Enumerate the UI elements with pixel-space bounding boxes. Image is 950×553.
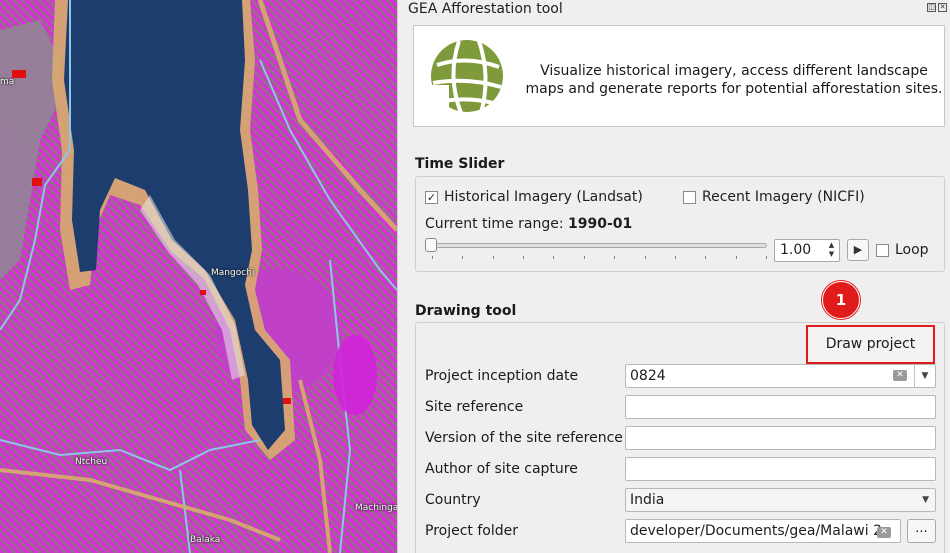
spin-arrows-icon[interactable]: ▲ ▼ bbox=[826, 241, 837, 259]
checkmark-icon[interactable]: ✓ bbox=[425, 190, 438, 204]
float-icon[interactable]: ◫ bbox=[927, 3, 936, 12]
time-range-value: 1990-01 bbox=[568, 216, 633, 232]
globe-logo-icon bbox=[429, 40, 503, 115]
inception-date-field[interactable]: 0824 ✕ ▼ bbox=[625, 364, 936, 388]
project-folder-field[interactable]: developer/Documents/gea/Malawi 2 bbox=[625, 519, 901, 543]
speed-spinbox[interactable]: 1.00 ▲ ▼ bbox=[774, 239, 840, 262]
country-value: India bbox=[630, 492, 665, 508]
plugin-description: Visualize historical imagery, access dif… bbox=[525, 63, 943, 97]
dock-title: GEA Afforestation tool bbox=[408, 1, 563, 17]
checkbox-empty-icon[interactable] bbox=[683, 190, 696, 204]
map-label-partial: ma bbox=[0, 77, 15, 87]
inception-date-label: Project inception date bbox=[425, 368, 579, 384]
country-select[interactable]: India ▼ bbox=[625, 488, 936, 512]
checkbox-empty-icon[interactable] bbox=[876, 243, 889, 257]
time-slider-handle[interactable] bbox=[425, 238, 437, 252]
play-icon: ▶ bbox=[853, 243, 863, 256]
close-icon[interactable]: ✕ bbox=[938, 3, 947, 12]
historical-imagery-checkbox[interactable]: ✓ Historical Imagery (Landsat) bbox=[425, 189, 643, 205]
time-range-readout: Current time range: 1990-01 bbox=[425, 216, 632, 232]
loop-label: Loop bbox=[895, 242, 929, 258]
plugin-header: Visualize historical imagery, access dif… bbox=[413, 25, 945, 127]
map-label-ntcheu: Ntcheu bbox=[75, 457, 108, 467]
recent-imagery-label: Recent Imagery (NICFI) bbox=[702, 189, 865, 205]
time-range-label: Current time range: bbox=[425, 216, 568, 232]
step-badge: 1 bbox=[822, 281, 860, 319]
chevron-down-icon[interactable]: ▼ bbox=[922, 489, 929, 511]
play-button[interactable]: ▶ bbox=[847, 239, 869, 261]
clear-icon[interactable]: ✕ bbox=[877, 527, 891, 538]
map-label-machinga: Machinga bbox=[355, 503, 397, 513]
time-slider-ticks bbox=[432, 256, 767, 259]
project-folder-label: Project folder bbox=[425, 523, 518, 539]
inception-date-value: 0824 bbox=[630, 368, 666, 384]
site-reference-version-field[interactable] bbox=[625, 426, 936, 450]
loop-checkbox[interactable]: Loop bbox=[876, 242, 929, 258]
site-reference-label: Site reference bbox=[425, 399, 524, 415]
map-label-balaka: Balaka bbox=[190, 535, 221, 545]
afforestation-dock-panel: GEA Afforestation tool ◫ ✕ Visualize his… bbox=[397, 0, 950, 553]
map-canvas[interactable]: Mangochi Ntcheu Balaka Machinga ma bbox=[0, 0, 397, 553]
map-layers bbox=[0, 0, 397, 553]
speed-value: 1.00 bbox=[780, 242, 812, 258]
country-label: Country bbox=[425, 492, 481, 508]
time-slider-track[interactable] bbox=[430, 243, 767, 248]
map-label-mangochi: Mangochi bbox=[211, 268, 255, 278]
site-author-field[interactable] bbox=[625, 457, 936, 481]
drawing-tool-title: Drawing tool bbox=[415, 303, 517, 319]
clear-icon[interactable]: ✕ bbox=[893, 370, 907, 381]
site-reference-version-label: Version of the site reference bbox=[425, 430, 623, 446]
browse-folder-button[interactable]: ... bbox=[907, 519, 936, 543]
site-reference-field[interactable] bbox=[625, 395, 936, 419]
recent-imagery-checkbox[interactable]: Recent Imagery (NICFI) bbox=[683, 189, 865, 205]
historical-imagery-label: Historical Imagery (Landsat) bbox=[444, 189, 643, 205]
dock-window-controls: ◫ ✕ bbox=[927, 3, 947, 12]
chevron-down-icon[interactable]: ▼ bbox=[914, 365, 935, 387]
site-author-label: Author of site capture bbox=[425, 461, 578, 477]
draw-project-area-button[interactable]: Draw project area bbox=[806, 325, 935, 387]
time-slider-title: Time Slider bbox=[415, 156, 505, 172]
